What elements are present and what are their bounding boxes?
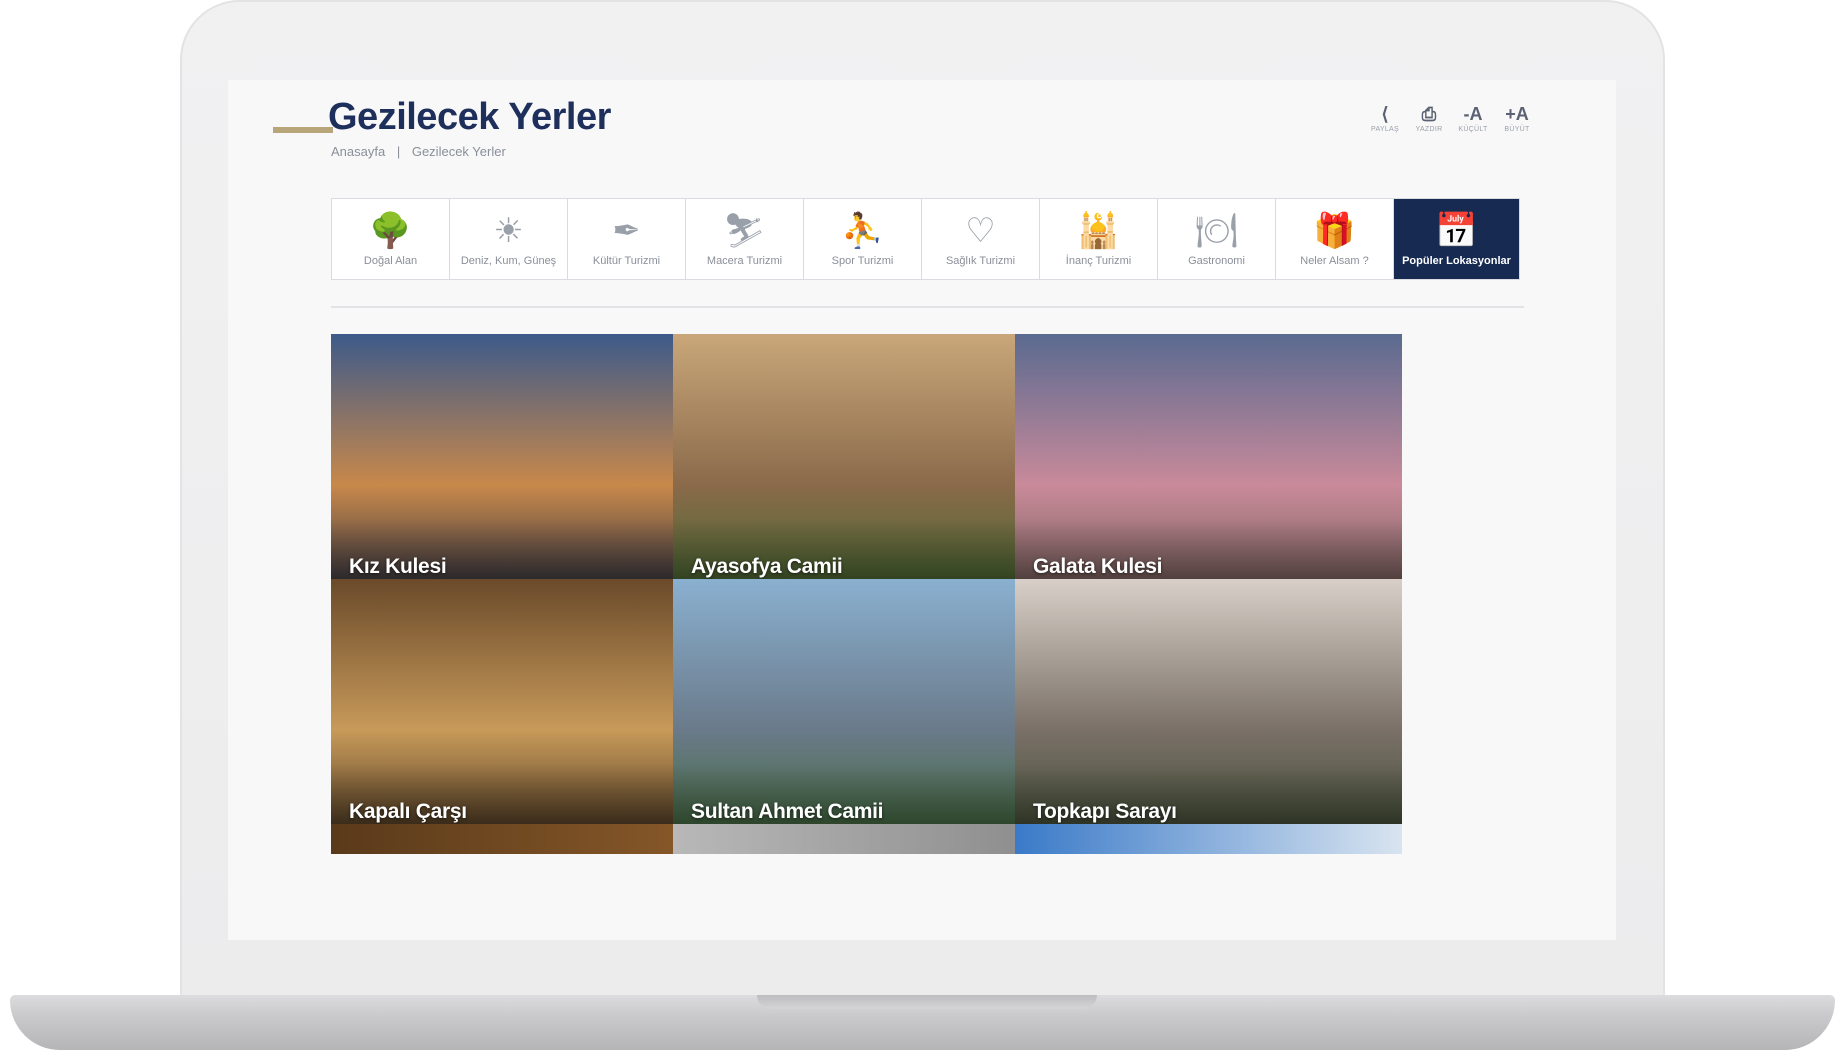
gift-icon: 🎁: [1313, 212, 1356, 250]
print-icon: ⎙: [1421, 104, 1437, 124]
tab-category[interactable]: ☀ Deniz, Kum, Güneş: [450, 199, 568, 279]
tab-label: Gastronomi: [1188, 255, 1245, 267]
tab-label: Spor Turizmi: [831, 255, 894, 267]
tab-category[interactable]: ♡ Sağlık Turizmi: [922, 199, 1040, 279]
place-card[interactable]: Ayasofya Camii ⬤SALACAK | ÜSKÜDAR: [673, 334, 1060, 609]
tab-label: Neler Alsam ?: [1300, 255, 1369, 267]
title-accent-bar: [273, 127, 333, 133]
sport-icon: ⛹: [841, 212, 884, 250]
tab-category[interactable]: ⛹ Spor Turizmi: [804, 199, 922, 279]
place-name: Galata Kulesi: [1033, 555, 1163, 578]
tool-label: KÜÇÜLT: [1458, 126, 1488, 133]
sun-icon: ☀: [493, 212, 524, 250]
tab-label: İnanç Turizmi: [1065, 255, 1132, 267]
place-card[interactable]: Kapalı Çarşı ⬤SALACAK | ÜSKÜDAR: [331, 579, 718, 854]
tab-category[interactable]: 🕌 İnanç Turizmi: [1040, 199, 1158, 279]
breadcrumb: Anasayfa | Gezilecek Yerler: [331, 144, 506, 159]
font-increase-icon: +A: [1505, 104, 1529, 124]
breadcrumb-separator: |: [396, 144, 401, 159]
tab-category[interactable]: 🍽 Gastronomi: [1158, 199, 1276, 279]
place-card-partial[interactable]: [1015, 824, 1402, 854]
category-tabs: 🌳 Doğal Alan ☀ Deniz, Kum, Güneş ✒ Kültür …: [331, 198, 1520, 280]
tab-label: Macera Turizmi: [706, 255, 783, 267]
tab-label: Sağlık Turizmi: [945, 255, 1016, 267]
tree-icon: 🌳: [369, 212, 412, 250]
tab-category[interactable]: 📅 Popüler Lokasyonlar: [1394, 199, 1519, 279]
mosque-icon: 🕌: [1077, 212, 1120, 250]
tab-label: Popüler Lokasyonlar: [1402, 255, 1511, 267]
heart-icon: ♡: [965, 212, 996, 250]
place-card[interactable]: Sultan Ahmet Camii ⬤SALACAK | ÜSKÜDAR: [673, 579, 1060, 854]
place-card-partial[interactable]: [331, 824, 718, 854]
share-button[interactable]: ⟨ PAYLAŞ: [1370, 102, 1400, 133]
place-name: Topkapı Sarayı: [1033, 800, 1177, 823]
place-name: Kız Kulesi: [349, 555, 447, 578]
page-tools: ⟨ PAYLAŞ ⎙ YAZDIR -A KÜÇÜLT +A BÜYÜT: [1370, 102, 1532, 133]
place-name: Ayasofya Camii: [691, 555, 843, 578]
place-card[interactable]: Galata Kulesi ⬤SALACAK | ÜSKÜDAR: [1015, 334, 1402, 609]
place-name: Sultan Ahmet Camii: [691, 800, 884, 823]
calendar-heart-icon: 📅: [1435, 212, 1478, 250]
font-decrease-button[interactable]: -A KÜÇÜLT: [1458, 102, 1488, 133]
tab-category[interactable]: 🎁 Neler Alsam ?: [1276, 199, 1394, 279]
tab-category[interactable]: ✒ Kültür Turizmi: [568, 199, 686, 279]
tool-label: BÜYÜT: [1504, 126, 1530, 133]
share-icon: ⟨: [1381, 104, 1389, 124]
tab-label: Kültür Turizmi: [592, 255, 661, 267]
tab-category[interactable]: 🌳 Doğal Alan: [332, 199, 450, 279]
place-card[interactable]: Topkapı Sarayı ⬤SALACAK | ÜSKÜDAR: [1015, 579, 1402, 854]
place-name: Kapalı Çarşı: [349, 800, 467, 823]
print-button[interactable]: ⎙ YAZDIR: [1414, 102, 1444, 133]
laptop-notch: [757, 995, 1097, 1009]
breadcrumb-current: Gezilecek Yerler: [411, 144, 506, 159]
place-card[interactable]: Kız Kulesi ⬤SALACAK | ÜSKÜDAR: [331, 334, 718, 609]
tool-label: YAZDIR: [1415, 126, 1443, 133]
quill-icon: ✒: [612, 212, 641, 250]
plate-icon: 🍽: [1194, 212, 1239, 250]
breadcrumb-home-link[interactable]: Anasayfa: [331, 144, 385, 159]
font-increase-button[interactable]: +A BÜYÜT: [1502, 102, 1532, 133]
tab-label: Deniz, Kum, Güneş: [460, 255, 557, 267]
place-card-partial[interactable]: [673, 824, 1060, 854]
tab-label: Doğal Alan: [363, 255, 418, 267]
page-title: Gezilecek Yerler: [328, 96, 611, 138]
tool-label: PAYLAŞ: [1371, 126, 1399, 133]
divider: [331, 306, 1524, 308]
font-decrease-icon: -A: [1463, 104, 1483, 124]
tab-category[interactable]: ⛷ Macera Turizmi: [686, 199, 804, 279]
browser-screen: Gezilecek Yerler Anasayfa | Gezilecek Ye…: [228, 80, 1616, 940]
adventure-icon: ⛷: [722, 212, 767, 250]
